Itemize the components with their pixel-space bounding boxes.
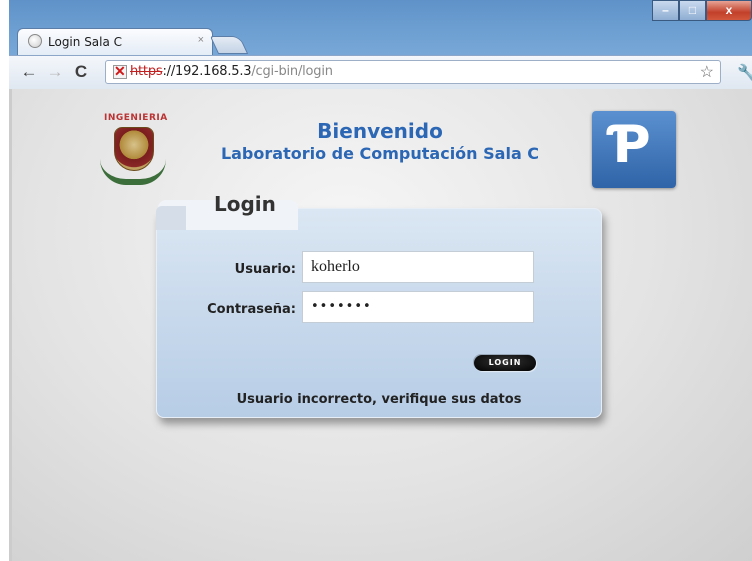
- tab-login-sala-c[interactable]: Login Sala C ×: [17, 28, 213, 55]
- forward-arrow-icon[interactable]: →: [45, 62, 65, 82]
- maximize-button[interactable]: □: [679, 0, 706, 21]
- page-content: INGENIERIA Bienvenido Laboratorio de Com…: [12, 89, 752, 561]
- window-controls: – □ x: [652, 0, 752, 21]
- tab-close-icon[interactable]: ×: [198, 34, 204, 46]
- logo-text: INGENIERIA: [104, 113, 168, 123]
- usuario-label: Usuario:: [234, 262, 296, 277]
- usuario-input[interactable]: koherlo: [302, 251, 534, 283]
- lab-subtitle: Laboratorio de Computación Sala C: [220, 144, 540, 163]
- url-text: https://192.168.5.3/cgi-bin/login: [130, 64, 333, 79]
- error-message: Usuario incorrecto, verifique sus datos: [236, 392, 522, 407]
- lab-logo: Ƥ: [592, 111, 676, 188]
- lab-logo-icon: Ƥ: [610, 115, 651, 175]
- login-title: Login: [214, 192, 276, 216]
- back-arrow-icon[interactable]: ←: [19, 62, 39, 82]
- login-tab-edge: [156, 206, 186, 230]
- ingenieria-logo: INGENIERIA: [90, 111, 174, 191]
- reload-icon[interactable]: C: [71, 62, 91, 82]
- globe-icon: [28, 34, 42, 48]
- tab-title: Login Sala C: [48, 35, 123, 49]
- minimize-button[interactable]: –: [652, 0, 679, 21]
- login-button[interactable]: LOGIN: [474, 355, 536, 371]
- login-panel: Login Usuario: koherlo Contraseña: •••••…: [156, 192, 602, 418]
- password-label: Contraseña:: [207, 302, 296, 317]
- close-window-button[interactable]: x: [706, 0, 752, 21]
- wrench-icon[interactable]: 🔧: [737, 63, 752, 83]
- welcome-title: Bienvenido: [317, 119, 443, 143]
- bookmark-star-icon[interactable]: ☆: [700, 62, 714, 82]
- welcome-header: Bienvenido Laboratorio de Computación Sa…: [200, 119, 560, 165]
- laurel-icon: [100, 159, 166, 185]
- password-input[interactable]: •••••••: [302, 291, 534, 323]
- insecure-lock-icon: [113, 63, 127, 80]
- browser-toolbar: ← → C https://192.168.5.3/cgi-bin/login …: [9, 55, 752, 89]
- address-bar[interactable]: https://192.168.5.3/cgi-bin/login ☆: [105, 60, 721, 84]
